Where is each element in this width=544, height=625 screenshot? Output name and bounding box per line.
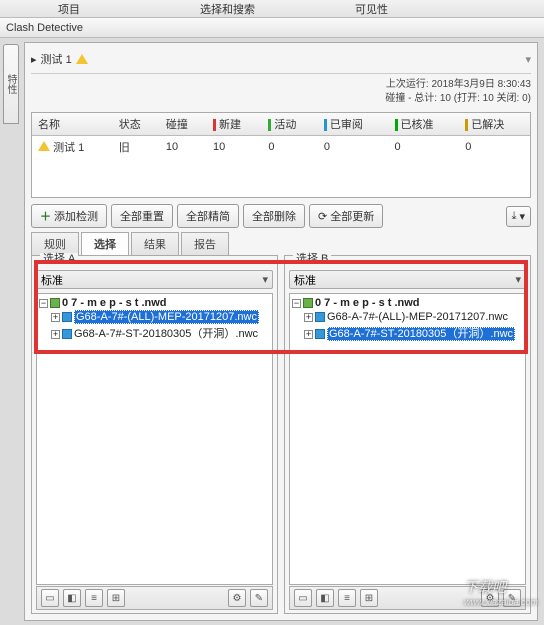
tree-item-b1[interactable]: G68-A-7#-(ALL)-MEP-20171207.nwc <box>327 311 508 323</box>
meta-info: 上次运行: 2018年3月9日 8:30:43 碰撞 - 总计: 10 (打开:… <box>31 78 531 106</box>
tool-button[interactable]: ▭ <box>41 589 59 607</box>
col-resolved[interactable]: 已解决 <box>459 113 530 136</box>
selection-a-filter-input[interactable] <box>41 274 262 286</box>
tree-item-a1[interactable]: G68-A-7#-(ALL)-MEP-20171207.nwc <box>74 310 259 324</box>
menu-project[interactable]: 项目 <box>58 1 80 17</box>
test-title: 测试 1 <box>41 51 72 67</box>
add-test-button[interactable]: ＋添加检测 <box>31 204 107 228</box>
warning-icon <box>38 141 50 151</box>
refine-all-button[interactable]: 全部精简 <box>177 204 239 228</box>
col-review[interactable]: 已审阅 <box>318 113 389 136</box>
expand-caret-icon[interactable]: ▸ <box>31 53 37 66</box>
top-menu-bar: 项目 选择和搜索 可见性 <box>0 0 544 18</box>
tool-button[interactable]: ⚙ <box>228 589 246 607</box>
col-new[interactable]: 新建 <box>207 113 262 136</box>
model-icon <box>315 329 325 339</box>
clash-summary-text: 碰撞 - 总计: 10 (打开: 10 关闭: 0) <box>31 92 531 106</box>
selection-b-filter-input[interactable] <box>294 274 515 286</box>
col-status[interactable]: 状态 <box>113 113 160 136</box>
expand-icon[interactable]: + <box>304 313 313 322</box>
collapse-icon[interactable]: − <box>39 299 48 308</box>
selection-a-toolbar: ▭ ◧ ≡ ⊞ ⚙ ✎ <box>36 586 273 610</box>
test-header[interactable]: ▸ 测试 1 ▾ <box>31 49 531 74</box>
window-title: Clash Detective <box>0 18 544 38</box>
tool-button[interactable]: ✎ <box>250 589 268 607</box>
selection-a-tree[interactable]: − 0 7 - m e p - s t .nwd + G68-A-7#-(ALL)-… <box>36 293 273 585</box>
model-icon <box>62 329 72 339</box>
tree-item-b2[interactable]: G68-A-7#-ST-20180305（开洞）.nwc <box>327 327 515 341</box>
chevron-down-icon[interactable]: ▾ <box>515 273 521 286</box>
tab-select[interactable]: 选择 <box>81 232 129 255</box>
tab-report[interactable]: 报告 <box>181 232 229 255</box>
menu-visibility[interactable]: 可见性 <box>355 1 388 17</box>
model-icon <box>62 312 72 322</box>
tree-root-a[interactable]: 0 7 - m e p - s t .nwd <box>62 297 167 309</box>
file-icon <box>303 298 313 308</box>
tool-button[interactable]: ✎ <box>503 589 521 607</box>
tool-button[interactable]: ▭ <box>294 589 312 607</box>
tool-button[interactable]: ≡ <box>338 589 356 607</box>
expand-icon[interactable]: + <box>304 330 313 339</box>
results-grid[interactable]: 名称 状态 碰撞 新建 活动 已审阅 已核准 已解决 测试 1 旧 10 10 … <box>31 112 531 198</box>
collapse-caret-icon[interactable]: ▾ <box>525 53 531 66</box>
update-all-button[interactable]: ⟳全部更新 <box>309 204 383 228</box>
tab-results[interactable]: 结果 <box>131 232 179 255</box>
button-row: ＋添加检测 全部重置 全部精简 全部删除 ⟳全部更新 ⤓ ▾ <box>31 204 531 228</box>
side-tab[interactable]: 特性 <box>3 44 19 124</box>
selection-a-panel: 选择 A ▾ − 0 7 - m e p - s t .nwd + G68-A-7#… <box>31 255 278 614</box>
col-active[interactable]: 活动 <box>262 113 317 136</box>
tool-button[interactable]: ⚙ <box>481 589 499 607</box>
tool-button[interactable]: ⊞ <box>360 589 378 607</box>
tool-button[interactable]: ⊞ <box>107 589 125 607</box>
selection-b-panel: 选择 B ▾ − 0 7 - m e p - s t .nwd + G68-A-7#… <box>284 255 531 614</box>
delete-all-button[interactable]: 全部删除 <box>243 204 305 228</box>
export-icon: ⤓ <box>512 210 517 223</box>
chevron-down-icon[interactable]: ▾ <box>262 273 268 286</box>
reset-all-button[interactable]: 全部重置 <box>111 204 173 228</box>
warning-icon <box>76 54 88 64</box>
plus-icon: ＋ <box>40 208 51 224</box>
collapse-icon[interactable]: − <box>292 299 301 308</box>
main-panel: ▸ 测试 1 ▾ 上次运行: 2018年3月9日 8:30:43 碰撞 - 总计… <box>24 42 538 621</box>
selection-b-legend: 选择 B <box>293 253 331 265</box>
tool-button[interactable]: ◧ <box>316 589 334 607</box>
selection-b-toolbar: ▭ ◧ ≡ ⊞ ⚙ ✎ <box>289 586 526 610</box>
selection-a-legend: 选择 A <box>40 253 78 265</box>
tool-button[interactable]: ≡ <box>85 589 103 607</box>
last-run-text: 上次运行: 2018年3月9日 8:30:43 <box>31 78 531 92</box>
selection-b-tree[interactable]: − 0 7 - m e p - s t .nwd + G68-A-7#-(ALL)-… <box>289 293 526 585</box>
model-icon <box>315 312 325 322</box>
tree-item-a2[interactable]: G68-A-7#-ST-20180305（开洞）.nwc <box>74 328 258 340</box>
table-row[interactable]: 测试 1 旧 10 10 0 0 0 0 <box>32 136 530 159</box>
sub-tabs: 规则 选择 结果 报告 <box>31 232 531 255</box>
menu-select-search[interactable]: 选择和搜索 <box>200 1 255 17</box>
tool-button[interactable]: ◧ <box>63 589 81 607</box>
expand-icon[interactable]: + <box>51 313 60 322</box>
tab-rules[interactable]: 规则 <box>31 232 79 255</box>
col-approved[interactable]: 已核准 <box>389 113 460 136</box>
expand-icon[interactable]: + <box>51 330 60 339</box>
col-clash[interactable]: 碰撞 <box>160 113 207 136</box>
export-button[interactable]: ⤓ ▾ <box>506 206 531 227</box>
tree-root-b[interactable]: 0 7 - m e p - s t .nwd <box>315 297 420 309</box>
col-name[interactable]: 名称 <box>32 113 113 136</box>
refresh-icon: ⟳ <box>318 210 327 223</box>
file-icon <box>50 298 60 308</box>
